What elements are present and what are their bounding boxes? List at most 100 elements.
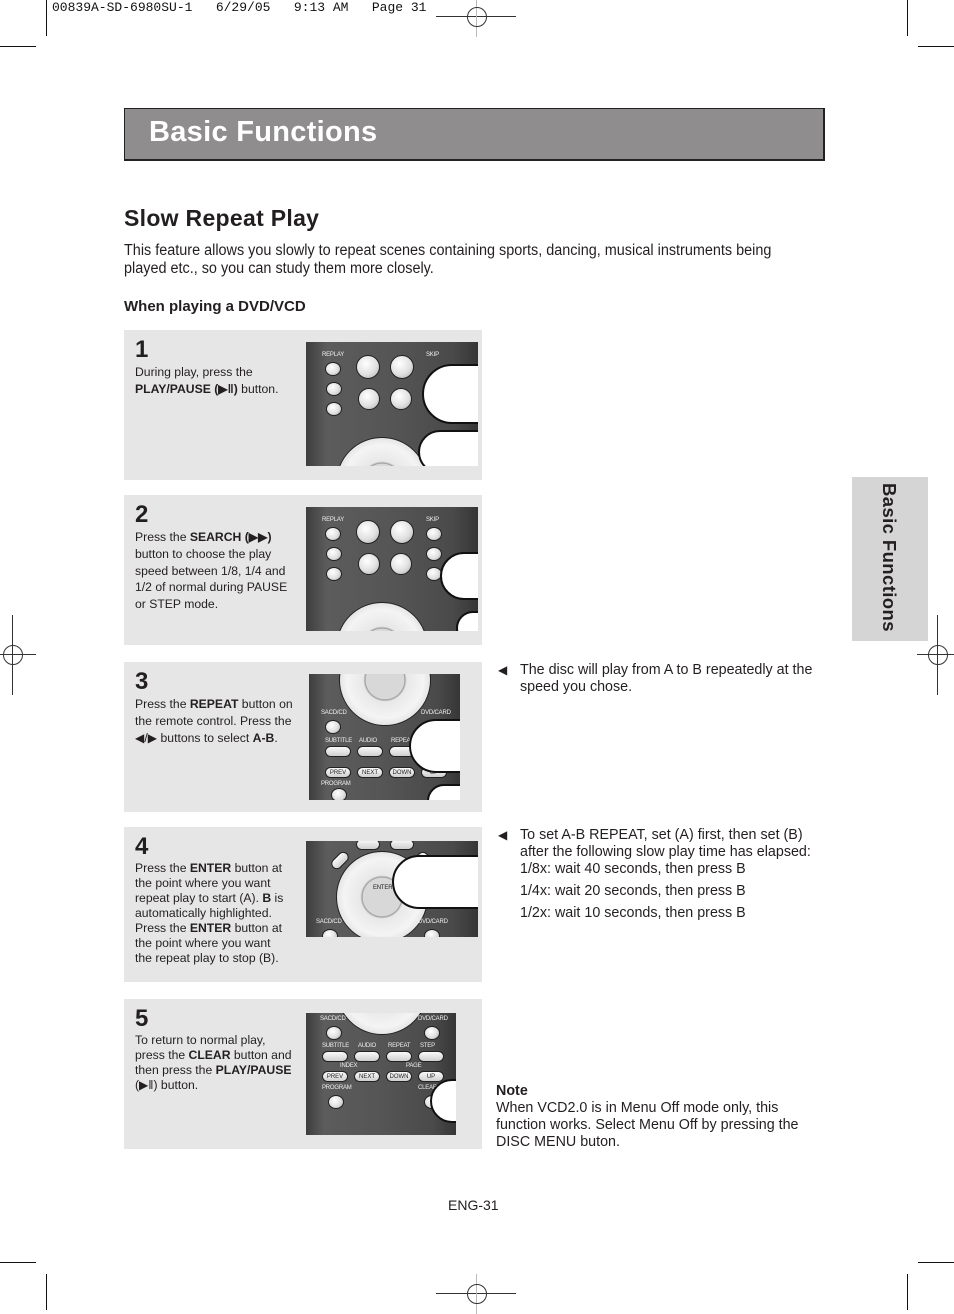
step-key: ENTER [189,861,232,875]
step-key: CLEAR [188,1048,231,1062]
remote-button [424,1026,440,1040]
remote-button [322,929,338,937]
subtitle-button [322,1051,348,1062]
step-number: 1 [135,336,149,363]
note-line: To set A-B REPEAT, set (A) first, then s… [520,827,811,860]
crop-mark [918,46,954,47]
remote-label: SACD/CD [321,710,347,716]
section-intro: This feature allows you slowly to repeat… [124,242,772,277]
step-panel-3: 3 Press the REPEAT button on the remote … [124,662,482,812]
display-button [356,841,380,850]
step-text: During play, press the [135,365,253,379]
remote-button [426,527,442,541]
step-number: 4 [135,833,149,860]
down-button: DOWN [386,1071,412,1082]
step-text: Press the [135,530,190,544]
crop-mark [907,0,908,36]
step-key: A-B [252,730,275,745]
step-panel-1: 1 During play, press the PLAY/PAUSE (▶‖)… [124,330,482,480]
step-instruction: To return to normal play, press the CLEA… [135,1033,295,1093]
down-button: DOWN [389,767,415,778]
section-title: Slow Repeat Play [124,205,320,231]
note-line: The disc will play from A to B repeatedl… [520,662,813,695]
next-button: NEXT [357,767,383,778]
side-tab-label: Basic Functions [879,483,900,632]
remote-button [424,929,440,937]
remote-label: PAGE [406,1063,422,1069]
remote-label: SUBTITLE [322,1043,350,1049]
minus-button [356,520,380,544]
step-number: 2 [135,501,149,528]
repeat-button [386,1051,412,1062]
direction-pad [336,1013,428,1035]
audio-button [357,746,383,757]
remote-label: AUDIO [358,1043,377,1049]
step-text: button to choose the play speed between … [135,546,288,612]
note-slow-play-timing: ◀ To set A-B REPEAT, set (A) first, then… [498,827,828,922]
program-button [331,788,347,800]
pressing-finger [427,784,460,800]
return-button [390,841,414,850]
registration-mark-icon [436,0,516,37]
remote-label: ENTER [373,885,393,891]
note-box: Note When VCD2.0 is in Menu Off mode onl… [496,1083,826,1151]
remote-label: SKIP [426,352,439,358]
audio-button [354,1051,380,1062]
step-text: . [274,730,278,745]
step-key: PLAY/PAUSE (▶‖) [135,381,238,396]
remote-label: SACD/CD [320,1016,346,1022]
note-ab-repeat: ◀ The disc will play from A to B repeate… [498,662,828,696]
step-instruction: During play, press the PLAY/PAUSE (▶‖) b… [135,364,295,398]
chapter-banner: Basic Functions [124,108,825,161]
pressing-finger [418,430,478,466]
remote-button [326,402,342,416]
step-text: (▶‖) button. [135,1078,199,1092]
timing-line: 1/2x: wait 10 seconds, then press B [520,905,746,921]
left-triangle-bullet-icon: ◀ [498,663,508,677]
step-instruction: Press the REPEAT button on the remote co… [135,696,295,746]
remote-control-illustration: ENTER SACD/CD DVD/CARD [306,841,478,937]
direction-pad [339,674,431,726]
remote-control-illustration: SACD/CD DVD/CARD SUBTITLE AUDIO REPEAT S… [306,1013,456,1135]
remote-button [326,567,342,581]
prev-button: PREV [325,767,351,778]
step-number: 3 [135,668,149,695]
step-key: SEARCH (▶▶) [189,530,272,544]
step-text: Press the [135,861,190,875]
remote-button [325,720,341,734]
direction-pad [336,437,428,466]
page-number: ENG-31 [448,1197,499,1213]
crop-mark [0,46,36,47]
step-key: REPEAT [189,697,239,711]
pressing-finger [392,855,478,909]
remote-button [325,527,341,541]
remote-label: PROGRAM [322,1085,352,1091]
remote-label: DVD/CARD [418,1016,448,1022]
step-panel-5: 5 To return to normal play, press the CL… [124,999,482,1149]
pressing-finger [409,719,460,773]
pressing-finger [440,552,478,600]
crop-mark [46,1274,47,1310]
play-pause-button [390,388,412,410]
step-text: button. [237,381,279,396]
step-button [418,1051,444,1062]
subtitle-button [325,746,351,757]
print-slug: 00839A-SD-6980SU-1 6/29/05 9:13 AM Page … [52,0,427,15]
remote-label: REPLAY [322,352,345,358]
timing-line: 1/4x: wait 20 seconds, then press B [520,883,746,899]
remote-label: SACD/CD [316,919,342,925]
step-key: ENTER [189,921,232,935]
note-title: Note [496,1083,528,1099]
play-pause-button [390,553,412,575]
remote-button [325,362,341,376]
remote-control-illustration: SACD/CD DVD/CARD SUBTITLE AUDIO REPEAT P… [309,674,460,800]
step-key: B [262,891,272,905]
left-triangle-bullet-icon: ◀ [498,828,508,842]
pressing-finger [422,364,478,424]
program-button [328,1095,344,1109]
pressing-finger [456,611,478,631]
remote-label: SUBTITLE [325,738,353,744]
direction-pad [336,602,428,631]
remote-label: PROGRAM [321,781,351,787]
remote-label: REPEAT [388,1043,411,1049]
